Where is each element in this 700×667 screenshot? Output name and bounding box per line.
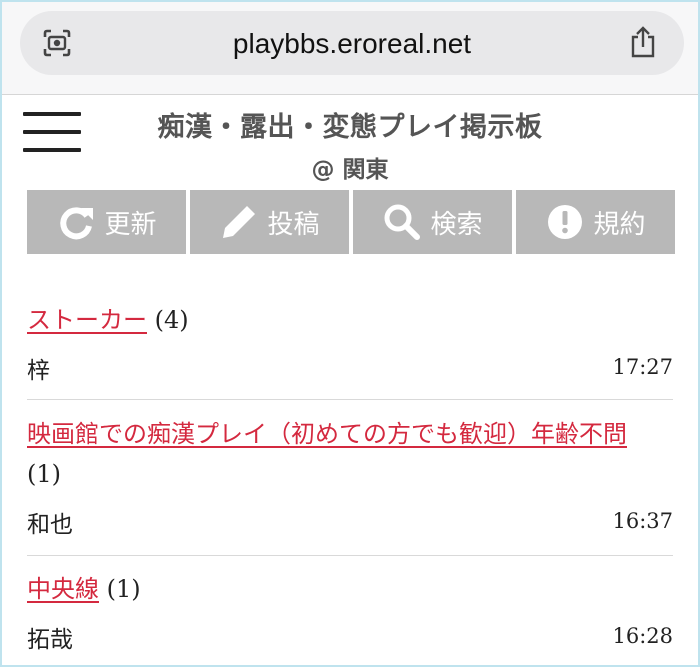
thread-author: 和也 — [27, 512, 73, 538]
rules-button[interactable]: 規約 — [516, 190, 675, 254]
exclamation-icon — [548, 205, 583, 239]
refresh-icon — [60, 207, 94, 240]
action-toolbar: 更新 投稿 検索 規約 — [27, 190, 675, 254]
site-subtitle: @ 関東 — [311, 157, 389, 183]
thread-title-line: 中央線 (1) — [27, 570, 673, 608]
thread-title-line: ストーカー (4) — [27, 301, 673, 339]
thread-title-link[interactable]: ストーカー — [27, 306, 147, 334]
thread-title-link[interactable]: 中央線 — [27, 575, 99, 603]
share-icon[interactable] — [628, 25, 658, 59]
browser-toolbar: playbbs.eroreal.net — [2, 2, 698, 95]
reply-count: (1) — [27, 460, 61, 488]
thread-author: 梓 — [27, 358, 50, 384]
thread-meta: 和也 16:37 — [27, 501, 673, 541]
refresh-button[interactable]: 更新 — [27, 190, 186, 254]
post-button[interactable]: 投稿 — [190, 190, 349, 254]
rules-label: 規約 — [593, 209, 646, 240]
thread-item: 中央線 (1) 拓哉 16:28 — [27, 570, 673, 665]
site-title[interactable]: 痴漢・露出・変態プレイ掲示板 — [132, 105, 568, 144]
reply-count: (4) — [154, 306, 189, 334]
post-label: 投稿 — [267, 209, 320, 240]
thread-item: 映画館での痴漢プレイ（初めての方でも歓迎）年齢不問 (1) 和也 16:37 — [27, 415, 673, 556]
phone-frame: playbbs.eroreal.net 痴漢・露出・変態プレイ掲示板 @ 関東 … — [0, 0, 700, 667]
search-button[interactable]: 検索 — [353, 190, 512, 254]
reply-count: (1) — [106, 575, 141, 603]
thread-time: 16:28 — [612, 624, 673, 648]
search-icon — [384, 204, 421, 240]
thread-meta: 梓 17:27 — [27, 347, 673, 387]
address-bar[interactable]: playbbs.eroreal.net — [20, 11, 684, 75]
url-text[interactable]: playbbs.eroreal.net — [20, 28, 684, 60]
search-label: 検索 — [430, 209, 483, 240]
thread-count-line: (1) — [27, 455, 673, 493]
hamburger-menu-icon[interactable] — [23, 110, 81, 156]
thread-title-link[interactable]: 映画館での痴漢プレイ（初めての方でも歓迎）年齢不問 — [27, 420, 627, 448]
refresh-label: 更新 — [104, 209, 157, 240]
thread-meta: 拓哉 16:28 — [27, 616, 673, 656]
thread-time: 17:27 — [612, 355, 673, 379]
thread-author: 拓哉 — [27, 627, 73, 653]
thread-time: 16:37 — [612, 509, 673, 533]
thread-title-line: 映画館での痴漢プレイ（初めての方でも歓迎）年齢不問 — [27, 415, 673, 453]
thread-item: ストーカー (4) 梓 17:27 — [27, 301, 673, 400]
pencil-icon — [223, 206, 256, 238]
